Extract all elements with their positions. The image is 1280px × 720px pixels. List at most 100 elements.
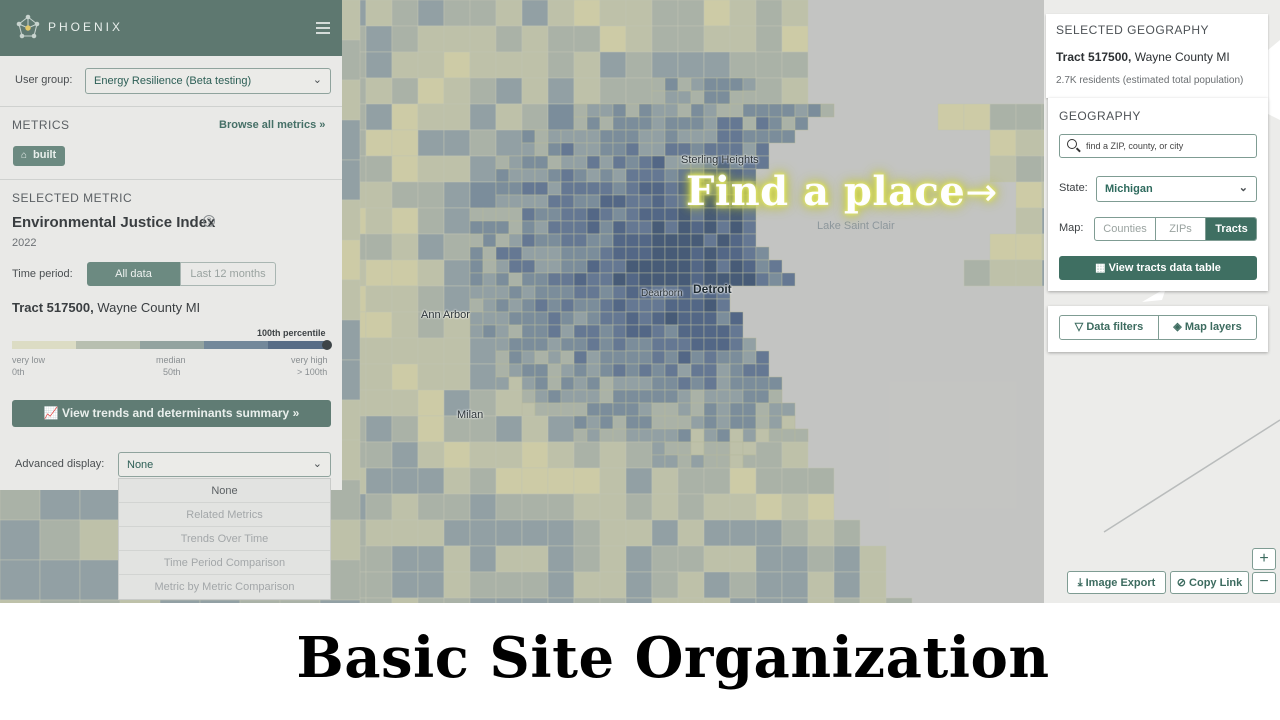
selected-geography-label: Tract 517500, Wayne County MI xyxy=(12,300,200,315)
scale-label-high: very high xyxy=(291,355,328,365)
map-label-milan: Milan xyxy=(457,409,484,421)
view-data-table-button[interactable]: ▦ View tracts data table xyxy=(1059,256,1257,280)
double-chevron-right-icon: » xyxy=(319,119,326,131)
filter-icon: ▽ xyxy=(1074,321,1084,333)
data-filters-button[interactable]: ▽ Data filters xyxy=(1059,315,1159,340)
layers-icon: ◈ xyxy=(1173,321,1182,333)
trend-chart-icon: 📈 xyxy=(43,406,59,420)
tract-name: Tract 517500, xyxy=(12,300,94,315)
geography-card: GEOGRAPHY State: Michigan ⌄ Map: Countie… xyxy=(1048,98,1268,291)
option-related-metrics[interactable]: Related Metrics xyxy=(119,503,330,527)
state-value: Michigan xyxy=(1105,183,1153,195)
data-filters-label: Data filters xyxy=(1086,321,1144,333)
copy-link-button[interactable]: ⊘ Copy Link xyxy=(1170,571,1249,594)
advanced-display-label: Advanced display: xyxy=(15,458,105,470)
scale-segment xyxy=(268,341,328,349)
selected-metric-title: SELECTED METRIC xyxy=(12,191,133,205)
view-table-label: View tracts data table xyxy=(1108,262,1221,274)
map-level-tracts[interactable]: Tracts xyxy=(1206,218,1256,240)
copy-link-label: Copy Link xyxy=(1189,577,1243,589)
zoom-in-button[interactable]: + xyxy=(1252,548,1276,570)
option-none[interactable]: None xyxy=(119,479,330,503)
map-label-sterling-heights: Sterling Heights xyxy=(681,154,759,166)
chevron-down-icon: ⌄ xyxy=(312,74,322,86)
geography-search[interactable] xyxy=(1059,134,1257,158)
advanced-display-select[interactable]: None ⌄ xyxy=(118,452,331,477)
left-sidebar: PHOENIX User group: Energy Resilience (B… xyxy=(0,0,342,490)
time-option-last-12-months[interactable]: Last 12 months xyxy=(180,262,276,286)
trends-button-label: View trends and determinants summary xyxy=(62,406,290,420)
scale-label-low: very low xyxy=(12,355,46,365)
metric-name: Environmental Justice Index xyxy=(12,214,216,231)
geography-title: GEOGRAPHY xyxy=(1059,109,1141,123)
selected-geography-name: Tract 517500, Wayne County MI xyxy=(1056,50,1230,64)
county-name: Wayne County MI xyxy=(97,300,201,315)
link-icon: ⊘ xyxy=(1176,577,1186,589)
scale-segment xyxy=(76,341,140,349)
map-level-counties[interactable]: Counties xyxy=(1095,218,1156,240)
tract-name: Tract 517500, xyxy=(1056,50,1132,64)
chevron-down-icon: ⌄ xyxy=(1238,182,1248,194)
image-export-button[interactable]: ⤓ Image Export xyxy=(1067,571,1166,594)
selected-geography-card: SELECTED GEOGRAPHY Tract 517500, Wayne C… xyxy=(1046,14,1268,98)
time-option-all-data[interactable]: All data xyxy=(87,262,180,286)
option-time-period-comparison[interactable]: Time Period Comparison xyxy=(119,551,330,575)
table-icon: ▦ xyxy=(1095,262,1106,274)
county-name: Wayne County MI xyxy=(1134,50,1230,64)
population-text: 2.7K residents (estimated total populati… xyxy=(1056,75,1244,86)
scale-segment xyxy=(204,341,268,349)
phoenix-logo-icon xyxy=(16,14,40,39)
user-group-select[interactable]: Energy Resilience (Beta testing) ⌄ xyxy=(85,68,331,94)
info-icon[interactable]: ? xyxy=(203,215,215,227)
scale-label-median: median xyxy=(156,355,186,365)
app-logo-text: PHOENIX xyxy=(48,20,124,34)
scale-label-50th: 50th xyxy=(163,367,181,377)
metric-year: 2022 xyxy=(12,237,37,249)
built-filter-badge[interactable]: ⌂ built xyxy=(13,146,65,166)
right-arrow-icon: → xyxy=(965,170,998,214)
browse-all-metrics-link[interactable]: Browse all metrics » xyxy=(219,119,325,131)
divider xyxy=(0,106,342,107)
callout-text: Find a place xyxy=(686,168,966,215)
scale-label-100th: > 100th xyxy=(297,367,328,377)
slide-title: Basic Site Organization xyxy=(296,625,1050,691)
user-group-label: User group: xyxy=(15,74,73,86)
geography-search-input[interactable] xyxy=(1086,138,1251,154)
scale-label-0th: 0th xyxy=(12,367,25,377)
percentile-scale xyxy=(12,341,328,349)
view-trends-button[interactable]: 📈 View trends and determinants summary » xyxy=(12,400,331,427)
time-period-label: Time period: xyxy=(12,268,73,280)
map-layers-label: Map layers xyxy=(1184,321,1242,333)
app-header: PHOENIX xyxy=(0,0,342,56)
map-label-dearborn: Dearborn xyxy=(641,288,683,299)
advanced-display-dropdown: None Related Metrics Trends Over Time Ti… xyxy=(118,478,331,600)
menu-icon[interactable] xyxy=(316,22,330,34)
map-level-zips[interactable]: ZIPs xyxy=(1156,218,1206,240)
state-select[interactable]: Michigan ⌄ xyxy=(1096,176,1257,202)
search-icon xyxy=(1067,139,1077,149)
download-icon: ⤓ xyxy=(1077,577,1083,589)
percentile-marker xyxy=(322,340,332,350)
scale-segment xyxy=(12,341,76,349)
option-trends-over-time[interactable]: Trends Over Time xyxy=(119,527,330,551)
map-label-detroit: Detroit xyxy=(693,282,732,296)
app-screenshot: Sterling Heights Ann Arbor Dearborn Detr… xyxy=(0,0,1280,603)
divider xyxy=(0,179,342,180)
filters-card: ▽ Data filters ◈ Map layers xyxy=(1048,306,1268,352)
slide: Sterling Heights Ann Arbor Dearborn Detr… xyxy=(0,0,1280,720)
selected-geography-title: SELECTED GEOGRAPHY xyxy=(1056,23,1210,37)
user-group-value: Energy Resilience (Beta testing) xyxy=(94,75,252,87)
double-chevron-right-icon: » xyxy=(292,406,300,420)
zoom-out-button[interactable]: − xyxy=(1252,572,1276,594)
map-label-lake-saint-clair: Lake Saint Clair xyxy=(817,220,895,232)
image-export-label: Image Export xyxy=(1085,577,1156,589)
map-level-toggle: Counties ZIPs Tracts xyxy=(1094,217,1257,241)
state-label: State: xyxy=(1059,182,1088,194)
chevron-down-icon: ⌄ xyxy=(312,458,322,470)
home-icon: ⌂ xyxy=(21,150,28,161)
map-layers-button[interactable]: ◈ Map layers xyxy=(1158,315,1257,340)
option-metric-comparison[interactable]: Metric by Metric Comparison xyxy=(119,575,330,599)
find-a-place-callout: Find a place→ xyxy=(686,168,998,215)
scale-segment xyxy=(140,341,204,349)
map-level-label: Map: xyxy=(1059,222,1084,234)
